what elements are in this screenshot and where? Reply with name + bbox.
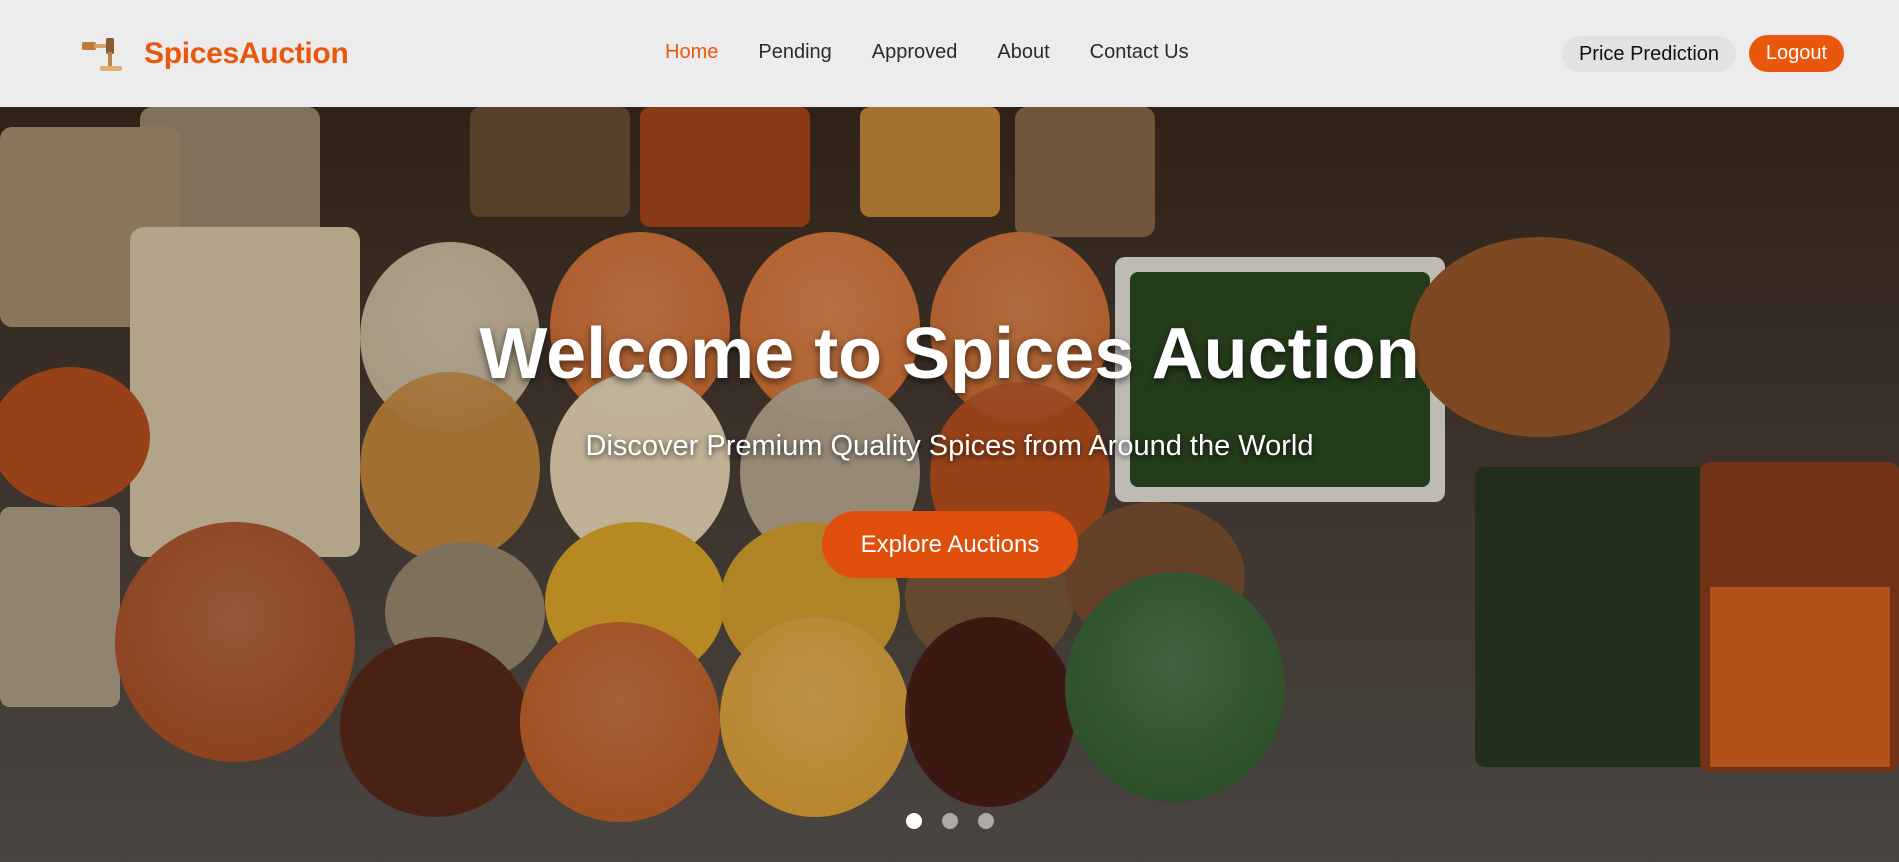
nav-about[interactable]: About	[997, 41, 1049, 64]
nav-approved[interactable]: Approved	[872, 41, 958, 64]
carousel-indicators	[906, 813, 994, 829]
carousel-dot-2[interactable]	[942, 813, 958, 829]
nav-contact-us[interactable]: Contact Us	[1090, 41, 1189, 64]
brand-name: SpicesAuction	[144, 37, 349, 70]
nav-home[interactable]: Home	[665, 41, 718, 64]
carousel-dot-1[interactable]	[906, 813, 922, 829]
hero-overlay	[0, 107, 1899, 862]
hero-subtitle: Discover Premium Quality Spices from Aro…	[585, 430, 1314, 462]
price-prediction-button[interactable]: Price Prediction	[1562, 36, 1736, 72]
explore-auctions-button[interactable]: Explore Auctions	[822, 511, 1078, 578]
hero-carousel: Welcome to Spices Auction Discover Premi…	[0, 107, 1899, 862]
top-navbar: SpicesAuction Home Pending Approved Abou…	[0, 0, 1899, 107]
hero-title: Welcome to Spices Auction	[479, 314, 1420, 394]
brand-link[interactable]: SpicesAuction	[78, 34, 349, 74]
logout-button[interactable]: Logout	[1749, 35, 1844, 72]
carousel-dot-3[interactable]	[978, 813, 994, 829]
main-nav: Home Pending Approved About Contact Us	[665, 41, 1229, 64]
gavel-icon	[82, 38, 122, 71]
nav-pending[interactable]: Pending	[758, 41, 831, 64]
